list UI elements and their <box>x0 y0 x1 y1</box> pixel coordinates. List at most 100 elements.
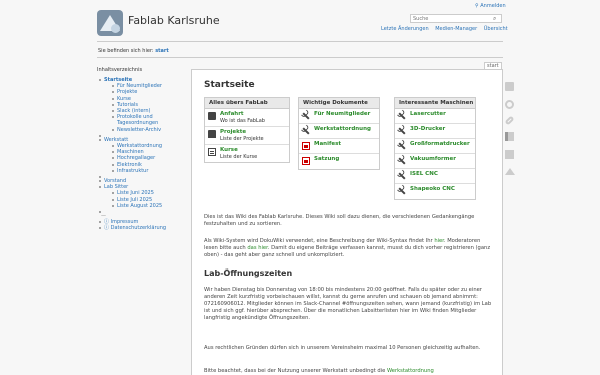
toc-labsitter[interactable]: Lab Sitter <box>104 184 128 190</box>
link-werkstattordnung-bottom[interactable]: Werkstattordnung <box>387 368 434 374</box>
wrench-icon <box>396 170 407 181</box>
box-wichtige-dokumente: Wichtige Dokumente Für Neumitglieder Wer… <box>298 97 380 170</box>
link-werkstattordnung[interactable]: Werkstattordnung <box>314 126 371 133</box>
map-icon <box>208 112 216 120</box>
page-id-tab: start <box>484 62 502 69</box>
pdf-icon <box>302 157 310 165</box>
box-header: Alles übers FabLab <box>205 98 289 109</box>
toc-werkstattordnung[interactable]: Werkstattordnung <box>117 143 162 149</box>
toc-hochregallager[interactable]: Hochregallager <box>117 155 155 161</box>
link-isel-cnc[interactable]: ISEL CNC <box>410 171 438 178</box>
to-top-icon[interactable] <box>505 168 515 175</box>
document-icon[interactable] <box>505 82 514 91</box>
wiki-paragraph: Als Wiki-System wird DokuWiki verwendet,… <box>204 238 491 258</box>
toc-liste-august[interactable]: Liste August 2025 <box>117 203 162 209</box>
list-item: Für Neumitglieder <box>299 109 379 124</box>
toc-newsletter[interactable]: Newsletter-Archiv <box>117 127 161 133</box>
legal-paragraph: Aus rechtlichen Gründen dürfen sich in u… <box>204 345 481 351</box>
search-icon[interactable]: ⌕ <box>493 15 496 23</box>
link-vakuumformer[interactable]: Vakuumformer <box>410 156 456 163</box>
wrench-icon <box>396 185 407 196</box>
main-content: Startseite Alles übers FabLab Anfahrt Wo … <box>191 69 503 375</box>
toc-liste-juni[interactable]: Liste Juni 2025 <box>117 190 154 196</box>
link-grossformatdrucker[interactable]: Großformatdrucker <box>410 141 470 148</box>
box-alles-uebers-fablab: Alles übers FabLab Anfahrt Wo ist das Fab… <box>204 97 290 163</box>
header-divider <box>97 41 503 42</box>
folder-icon <box>208 130 216 138</box>
wrench-icon <box>396 155 407 166</box>
wrench-icon <box>396 110 407 121</box>
list-item: Werkstattordnung <box>299 124 379 139</box>
box-interessante-maschinen: Interessante Maschinen Lasercutter 3D-Dr… <box>394 97 476 200</box>
list-item: Satzung <box>299 154 379 169</box>
course-icon <box>208 148 216 156</box>
sitemap-icon[interactable] <box>505 150 514 159</box>
link-kurse[interactable]: Kurse <box>220 147 238 153</box>
link-3d-drucker[interactable]: 3D-Drucker <box>410 126 445 133</box>
wrench-icon <box>396 125 407 136</box>
list-item: Shapeoko CNC <box>395 184 475 199</box>
toc-startseite[interactable]: Startseite <box>104 77 132 83</box>
wrench-icon <box>300 125 311 136</box>
list-item: Projekte Liste der Projekte <box>205 127 289 145</box>
breadcrumb: Sie befinden sich hier: start <box>98 48 169 54</box>
list-item: 3D-Drucker <box>395 124 475 139</box>
toc-projekte[interactable]: Projekte <box>117 89 137 95</box>
breadcrumb-divider <box>97 57 503 58</box>
item-desc: Liste der Kurse <box>220 154 258 160</box>
login-link[interactable]: ⚲ Anmelden <box>475 3 506 9</box>
bottom-paragraph: Bitte beachtet, dass bei der Nutzung uns… <box>204 368 434 374</box>
item-desc: Wo ist das FabLab <box>220 118 265 124</box>
info-icon: ⓘ <box>104 225 111 232</box>
box-header: Interessante Maschinen <box>395 98 475 109</box>
backlinks-icon[interactable] <box>504 115 515 126</box>
section-heading-oeffnungszeiten: Lab-Öffnungszeiten <box>204 269 293 278</box>
sidebar-toc: Inhaltsverzeichnis Startseite Für Neumit… <box>97 67 187 232</box>
media-manager-link[interactable]: Medien-Manager <box>435 26 477 32</box>
link-anfahrt[interactable]: Anfahrt <box>220 111 244 117</box>
page-title: Startseite <box>204 80 255 90</box>
sitemap-link[interactable]: Übersicht <box>484 26 508 32</box>
toc-infrastruktur[interactable]: Infrastruktur <box>117 168 148 174</box>
toc-werkstatt[interactable]: Werkstatt <box>104 137 128 143</box>
intro-paragraph: Dies ist das Wiki des Fablab Karlsruhe. … <box>204 214 475 227</box>
search-input[interactable] <box>410 14 502 23</box>
toc-elektronik[interactable]: Elektronik <box>117 162 142 168</box>
toc-maschinen[interactable]: Maschinen <box>117 149 144 155</box>
list-item: Anfahrt Wo ist das FabLab <box>205 109 289 127</box>
list-item: Manifest <box>299 139 379 154</box>
toc-datenschutz[interactable]: ⓘ Datenschutzerklärung <box>104 225 166 231</box>
toc-title: Inhaltsverzeichnis <box>97 67 143 73</box>
recent-changes-link[interactable]: Letzte Änderungen <box>381 26 429 32</box>
wrench-icon <box>300 110 311 121</box>
link-das-hier[interactable]: das hier <box>247 245 267 251</box>
hours-paragraph: Wir haben Dienstag bis Donnerstag von 18… <box>204 287 492 321</box>
item-desc: Liste der Projekte <box>220 136 264 142</box>
toc-vorstand[interactable]: Vorstand <box>104 178 126 184</box>
link-projekte[interactable]: Projekte <box>220 129 246 135</box>
toc-tutorials[interactable]: Tutorials <box>117 102 138 108</box>
back-icon[interactable] <box>505 132 514 141</box>
site-title[interactable]: Fablab Karlsruhe <box>128 14 220 27</box>
pdf-icon <box>302 142 310 150</box>
box-header: Wichtige Dokumente <box>299 98 379 109</box>
toc-slack[interactable]: Slack (intern) <box>117 108 151 114</box>
toc-liste-juli[interactable]: Liste Juli 2025 <box>117 197 152 203</box>
link-neumitglieder[interactable]: Für Neumitglieder <box>314 111 370 118</box>
link-satzung[interactable]: Satzung <box>314 156 339 163</box>
toc-kurse[interactable]: Kurse <box>117 96 131 102</box>
list-item: ISEL CNC <box>395 169 475 184</box>
link-shapeoko-cnc[interactable]: Shapeoko CNC <box>410 186 455 193</box>
link-hier[interactable]: hier <box>434 238 444 244</box>
list-item: Lasercutter <box>395 109 475 124</box>
top-links: Letzte Änderungen Medien-Manager Übersic… <box>376 26 508 32</box>
wrench-icon <box>396 140 407 151</box>
history-icon[interactable] <box>505 100 514 109</box>
link-lasercutter[interactable]: Lasercutter <box>410 111 446 118</box>
breadcrumb-current[interactable]: start <box>155 48 169 54</box>
site-logo[interactable] <box>97 10 123 36</box>
toc-neumitglieder[interactable]: Für Neumitglieder <box>117 83 162 89</box>
link-manifest[interactable]: Manifest <box>314 141 341 148</box>
toc-protokolle[interactable]: Protokolle und Tagesordnungen <box>117 114 158 126</box>
list-item: Großformatdrucker <box>395 139 475 154</box>
